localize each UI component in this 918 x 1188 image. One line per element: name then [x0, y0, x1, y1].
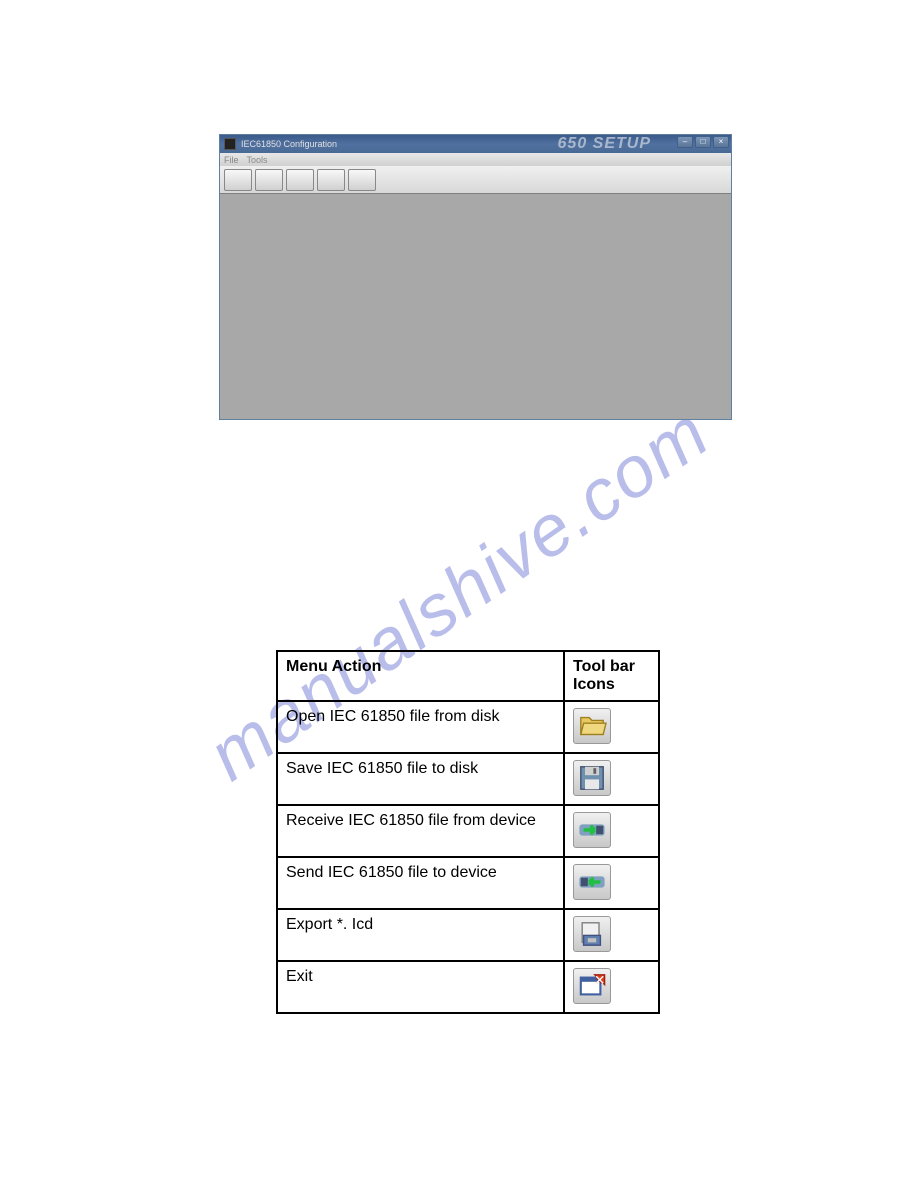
maximize-button[interactable]: □: [695, 136, 711, 148]
table-row: Export *. Icd: [277, 909, 659, 961]
close-button[interactable]: ×: [713, 136, 729, 148]
app-icon: [224, 138, 236, 150]
action-label: Save IEC 61850 file to disk: [277, 753, 564, 805]
toolbar-open-button[interactable]: [224, 169, 252, 191]
action-label: Export *. Icd: [277, 909, 564, 961]
icon-cell: [564, 701, 659, 753]
toolbar: [220, 166, 731, 194]
menubar: File Tools: [220, 153, 731, 166]
exit-icon: [573, 968, 611, 1004]
app-window: IEC61850 Configuration 650 SETUP – □ × F…: [219, 134, 732, 420]
workarea: [220, 194, 731, 419]
receive-icon: [573, 812, 611, 848]
window-title: IEC61850 Configuration: [241, 139, 337, 149]
export-icon: [573, 916, 611, 952]
action-table: Menu Action Tool bar Icons Open IEC 6185…: [276, 650, 660, 1014]
toolbar-save-button[interactable]: [255, 169, 283, 191]
menu-tools[interactable]: Tools: [247, 155, 268, 165]
action-label: Send IEC 61850 file to device: [277, 857, 564, 909]
brand-text: 650 SETUP: [558, 135, 651, 153]
action-label: Open IEC 61850 file from disk: [277, 701, 564, 753]
send-icon: [573, 864, 611, 900]
icon-cell: [564, 805, 659, 857]
toolbar-send-button[interactable]: [317, 169, 345, 191]
table-row: Open IEC 61850 file from disk: [277, 701, 659, 753]
icon-cell: [564, 753, 659, 805]
icon-cell: [564, 961, 659, 1013]
open-folder-icon: [573, 708, 611, 744]
table-row: Exit: [277, 961, 659, 1013]
action-label: Receive IEC 61850 file from device: [277, 805, 564, 857]
icon-cell: [564, 909, 659, 961]
icon-cell: [564, 857, 659, 909]
table-row: Save IEC 61850 file to disk: [277, 753, 659, 805]
window-controls: – □ ×: [677, 136, 729, 148]
table-row: Send IEC 61850 file to device: [277, 857, 659, 909]
minimize-button[interactable]: –: [677, 136, 693, 148]
header-menu-action: Menu Action: [277, 651, 564, 701]
table-row: Receive IEC 61850 file from device: [277, 805, 659, 857]
action-label: Exit: [277, 961, 564, 1013]
save-icon: [573, 760, 611, 796]
header-toolbar-icons: Tool bar Icons: [564, 651, 659, 701]
titlebar: IEC61850 Configuration 650 SETUP – □ ×: [220, 135, 731, 153]
toolbar-exit-button[interactable]: [348, 169, 376, 191]
toolbar-receive-button[interactable]: [286, 169, 314, 191]
menu-file[interactable]: File: [224, 155, 239, 165]
